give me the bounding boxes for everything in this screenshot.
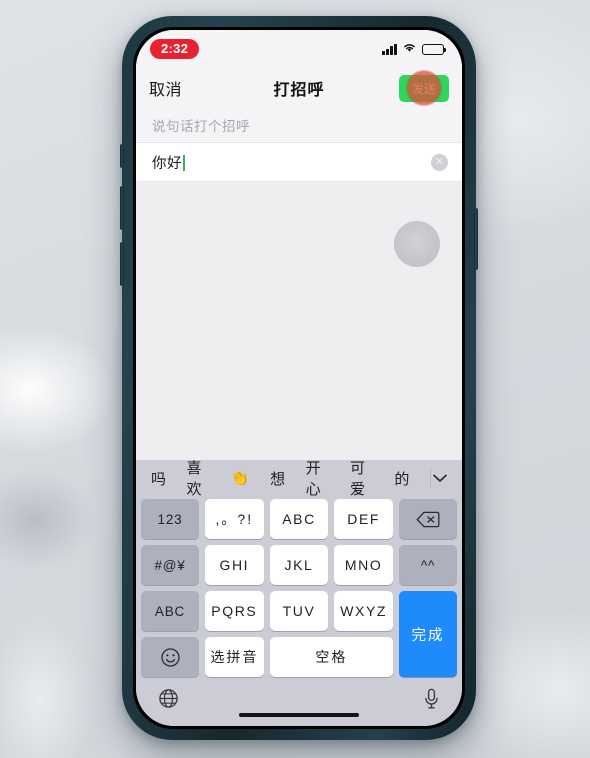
tap-indicator <box>407 71 441 105</box>
key-tuv-8-label: TUV <box>282 603 316 619</box>
key-done-label: 完成 <box>411 627 445 644</box>
key-emoji[interactable] <box>141 637 199 677</box>
battery-icon <box>422 43 447 55</box>
content-area <box>136 182 462 460</box>
key-123[interactable]: 123 <box>141 499 199 539</box>
key-select-pinyin-label: 选拼音 <box>210 649 259 665</box>
suggestion-item[interactable]: 喜欢 <box>187 457 211 499</box>
volume-up-button[interactable] <box>120 186 124 230</box>
suggestion-item[interactable]: 开心 <box>306 457 330 499</box>
key-grid: 123 ,。?! ABC DEF #@¥ GHI JKL MNO ^^ ABC PQRS TUV WXY… <box>136 496 462 682</box>
key-ghi-4-label: GHI <box>219 557 250 573</box>
key-123-label: 123 <box>157 511 183 527</box>
key-def-3-label: DEF <box>347 511 381 527</box>
key-jkl-5-label: JKL <box>284 557 314 573</box>
key-space[interactable]: 空格 <box>269 637 393 677</box>
phone-bezel: 2:32 取消 打招呼 说句话打个招呼 你好 ✕ 吗 喜欢 👏 想 开心 可爱 … <box>133 27 465 729</box>
key-ghi-4[interactable]: GHI <box>205 545 264 585</box>
clear-input-icon[interactable]: ✕ <box>431 153 448 171</box>
suggestion-item[interactable]: 👏 <box>231 469 250 487</box>
key-mno-6-label: MNO <box>344 557 383 573</box>
key-tuv-8[interactable]: TUV <box>269 591 329 631</box>
power-button[interactable] <box>474 208 478 270</box>
status-bar: 2:32 <box>136 30 462 68</box>
key-symbols-label: #@¥ <box>154 557 186 573</box>
backspace-icon <box>416 511 440 528</box>
key-abc-layout-label: ABC <box>154 603 186 619</box>
key-kaomoji[interactable]: ^^ <box>399 545 457 585</box>
key-pqrs-7[interactable]: PQRS <box>205 591 264 631</box>
status-bar-icons <box>382 40 447 58</box>
suggestion-item[interactable]: 的 <box>394 468 410 489</box>
globe-icon[interactable] <box>158 688 179 714</box>
key-mno-6[interactable]: MNO <box>334 545 393 585</box>
status-bar-time: 2:32 <box>150 39 200 59</box>
wifi-icon <box>402 40 417 58</box>
chevron-down-icon[interactable] <box>429 468 449 488</box>
greeting-hint-row: 说句话打个招呼 <box>136 108 462 142</box>
home-indicator[interactable] <box>239 712 359 717</box>
volume-down-button[interactable] <box>120 242 124 286</box>
greeting-hint-label: 说句话打个招呼 <box>152 119 250 134</box>
key-def-3[interactable]: DEF <box>334 499 393 539</box>
key-backspace[interactable] <box>399 499 457 539</box>
mute-switch[interactable] <box>120 144 124 168</box>
phone-screen: 2:32 取消 打招呼 说句话打个招呼 你好 ✕ 吗 喜欢 👏 想 开心 可爱 … <box>136 30 462 726</box>
key-punctuation-label: ,。?! <box>215 511 254 527</box>
key-abc-2-label: ABC <box>282 511 316 527</box>
phone-device-frame: 2:32 取消 打招呼 说句话打个招呼 你好 ✕ 吗 喜欢 👏 想 开心 可爱 … <box>120 16 478 740</box>
suggestion-item[interactable]: 吗 <box>151 468 167 489</box>
key-punctuation[interactable]: ,。?! <box>205 499 264 539</box>
key-abc-layout[interactable]: ABC <box>141 591 199 631</box>
suggestion-item[interactable]: 想 <box>270 468 286 489</box>
send-button[interactable]: 发送 <box>399 71 449 105</box>
greeting-input[interactable]: 你好 <box>152 152 431 173</box>
suggestion-item[interactable]: 可爱 <box>350 457 374 499</box>
key-jkl-5[interactable]: JKL <box>269 545 329 585</box>
greeting-input-text: 你好 <box>152 155 182 172</box>
cancel-button[interactable]: 取消 <box>149 76 182 100</box>
navigation-header: 取消 打招呼 发送 <box>136 68 462 108</box>
key-pqrs-7-label: PQRS <box>211 603 258 619</box>
keyboard: 吗喜欢 👏 想开心 可爱的 123 ,。?! ABC DEF #@¥ GHI JKL MNO ^^ AB… <box>136 460 462 682</box>
suggestion-bar: 吗喜欢 👏 想开心 可爱的 <box>136 457 462 499</box>
avatar[interactable] <box>394 221 440 267</box>
microphone-icon[interactable] <box>423 688 440 715</box>
key-select-pinyin[interactable]: 选拼音 <box>205 637 264 677</box>
cellular-bars-icon <box>382 43 397 55</box>
key-wxyz-9-label: WXYZ <box>340 603 388 619</box>
greeting-input-row[interactable]: 你好 ✕ <box>136 142 462 182</box>
key-kaomoji-label: ^^ <box>420 557 436 573</box>
key-done[interactable]: 完成 <box>399 591 457 677</box>
page-title: 打招呼 <box>273 82 325 99</box>
key-abc-2[interactable]: ABC <box>269 499 329 539</box>
key-space-label: 空格 <box>315 649 348 665</box>
text-caret <box>183 154 185 171</box>
keyboard-bottom-bar <box>136 682 462 726</box>
key-wxyz-9[interactable]: WXYZ <box>334 591 393 631</box>
smiley-icon <box>160 647 181 668</box>
key-symbols[interactable]: #@¥ <box>141 545 199 585</box>
